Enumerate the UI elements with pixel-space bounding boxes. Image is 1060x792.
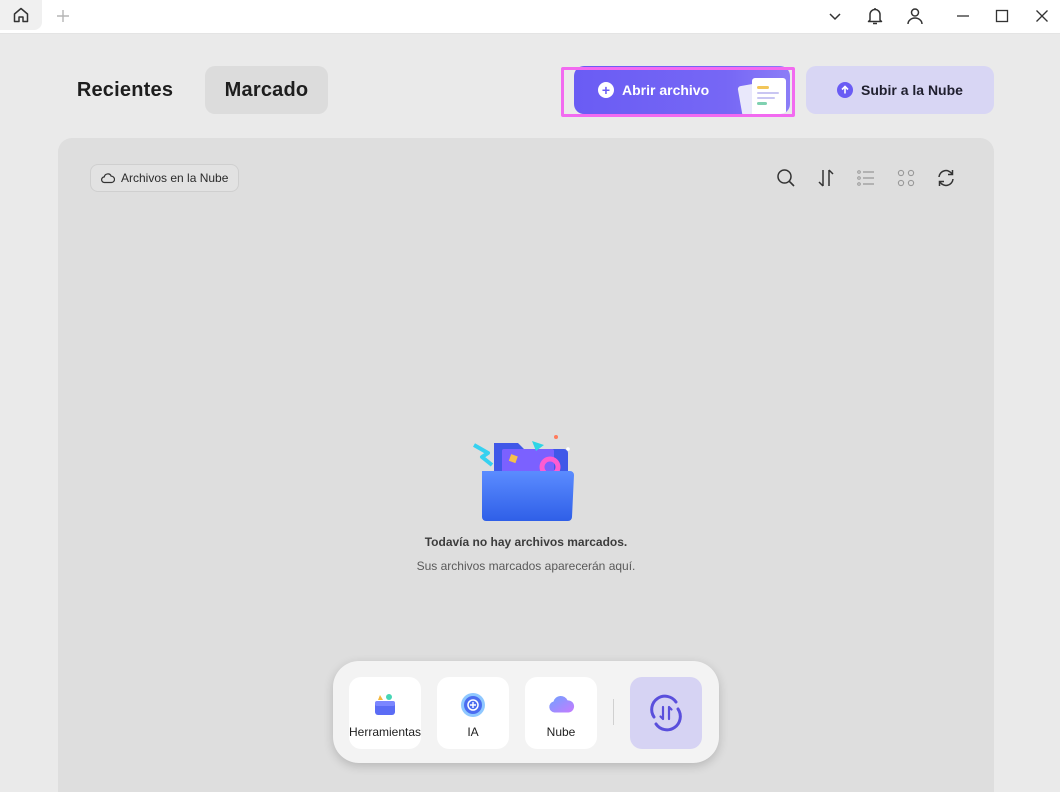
ai-icon	[459, 691, 487, 719]
bottom-dock: Herramientas IA Nube	[333, 661, 719, 763]
dock-item-herramientas[interactable]: Herramientas	[349, 677, 421, 749]
refresh-button[interactable]	[934, 166, 958, 190]
dock-convert-button[interactable]	[630, 677, 702, 749]
upload-cloud-label: Subir a la Nube	[861, 82, 963, 98]
maximize-icon	[995, 9, 1009, 23]
minimize-button[interactable]	[950, 3, 976, 29]
new-tab-button[interactable]	[52, 5, 74, 27]
minimize-icon	[957, 15, 969, 17]
open-file-highlight	[561, 67, 795, 117]
list-view-button[interactable]	[854, 166, 878, 190]
bell-icon	[867, 8, 883, 25]
sort-icon	[818, 169, 834, 187]
empty-state-subtitle: Sus archivos marcados aparecerán aquí.	[416, 559, 636, 573]
cloud-files-label: Archivos en la Nube	[121, 171, 229, 185]
maximize-button[interactable]	[989, 3, 1015, 29]
convert-icon	[650, 694, 682, 732]
sort-button[interactable]	[814, 166, 838, 190]
dock-divider	[613, 699, 614, 725]
tab-marcado[interactable]: Marcado	[205, 66, 328, 114]
upload-cloud-button[interactable]: Subir a la Nube	[806, 66, 994, 114]
notifications-button[interactable]	[862, 3, 888, 29]
dock-item-ia[interactable]: IA	[437, 677, 509, 749]
user-icon	[907, 8, 923, 25]
tab-recientes[interactable]: Recientes	[66, 66, 184, 114]
search-icon	[777, 169, 795, 187]
toolbox-icon	[371, 691, 399, 719]
dock-label-herramientas: Herramientas	[348, 725, 422, 739]
cloud-outline-icon	[101, 172, 115, 184]
dropdown-button[interactable]	[822, 3, 848, 29]
empty-state-title: Todavía no hay archivos marcados.	[424, 535, 628, 549]
plus-icon	[57, 10, 69, 22]
close-button[interactable]	[1029, 3, 1055, 29]
title-bar	[0, 0, 1060, 34]
cloud-icon	[547, 691, 575, 719]
empty-folder-illustration	[473, 435, 574, 521]
upload-icon	[837, 82, 854, 98]
dock-label-ia: IA	[467, 725, 479, 739]
dock-item-nube[interactable]: Nube	[525, 677, 597, 749]
close-icon	[1036, 10, 1048, 22]
list-view-icon	[857, 170, 874, 186]
dock-label-nube: Nube	[546, 725, 576, 739]
grid-view-icon	[897, 169, 915, 187]
cloud-files-filter[interactable]: Archivos en la Nube	[90, 164, 240, 192]
refresh-icon	[938, 169, 954, 187]
home-tab[interactable]	[0, 0, 42, 30]
account-button[interactable]	[902, 3, 928, 29]
chevron-down-icon	[829, 13, 841, 21]
grid-view-button[interactable]	[894, 166, 918, 190]
search-button[interactable]	[774, 166, 798, 190]
home-icon	[13, 7, 29, 23]
